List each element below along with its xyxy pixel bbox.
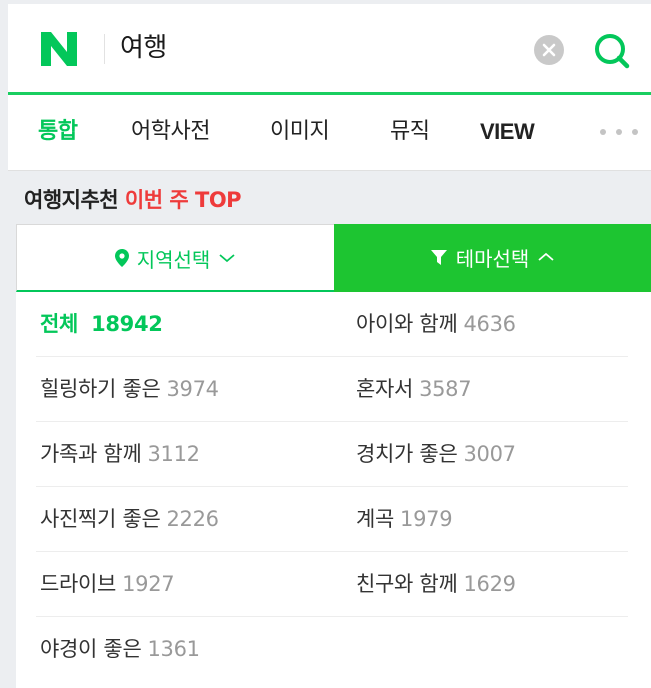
list-row: 가족과 함께 3112 경치가 좋은 3007: [36, 422, 628, 487]
clear-circle-icon[interactable]: [534, 35, 564, 65]
theme-item-valley[interactable]: 계곡 1979: [356, 487, 453, 551]
theme-list: 전체 18942 아이와 함께 4636 힐링하기 좋은 3974 혼자서 3587 …: [16, 292, 651, 688]
region-select-button[interactable]: 지역선택: [16, 224, 334, 292]
list-row: 드라이브 1927 친구와 함께 1629: [36, 552, 628, 617]
filter-icon: [430, 250, 447, 265]
list-row: 힐링하기 좋은 3974 혼자서 3587: [36, 357, 628, 422]
theme-item-with-kids[interactable]: 아이와 함께 4636: [356, 292, 516, 356]
section-title: 여행지추천 이번 주 TOP: [24, 184, 242, 214]
list-row: 야경이 좋은 1361: [36, 617, 628, 682]
chevron-up-icon: [538, 252, 554, 261]
theme-item-photo[interactable]: 사진찍기 좋은 2226: [40, 487, 219, 551]
tab-dictionary[interactable]: 어학사전: [131, 95, 210, 171]
list-row: 사진찍기 좋은 2226 계곡 1979: [36, 487, 628, 552]
tab-integrated[interactable]: 통합: [38, 95, 78, 171]
selector-row: 지역선택 테마선택: [16, 224, 651, 292]
header-divider: [104, 34, 105, 64]
region-select-label: 지역선택: [136, 247, 211, 272]
theme-item-all[interactable]: 전체 18942: [40, 292, 163, 356]
theme-select-button[interactable]: 테마선택: [334, 224, 651, 292]
theme-item-with-family[interactable]: 가족과 함께 3112: [40, 422, 200, 486]
search-icon[interactable]: [591, 30, 633, 72]
search-input[interactable]: 여행: [120, 30, 167, 66]
theme-item-scenic[interactable]: 경치가 좋은 3007: [356, 422, 516, 486]
page: 여행 통합 어학사전 이미지 뮤직 VIEW 여행지추천 이번 주 TOP 지역…: [0, 0, 651, 688]
search-bar: 여행: [8, 4, 651, 92]
theme-select-label: 테마선택: [455, 246, 530, 271]
section-highlight: 이번 주 TOP: [124, 188, 242, 212]
tab-music[interactable]: 뮤직: [390, 95, 430, 171]
theme-item-drive[interactable]: 드라이브 1927: [40, 552, 175, 616]
search-tabs: 통합 어학사전 이미지 뮤직 VIEW: [8, 95, 651, 171]
theme-item-night-view[interactable]: 야경이 좋은 1361: [40, 617, 200, 681]
more-dots-icon[interactable]: [598, 129, 642, 139]
tab-images[interactable]: 이미지: [270, 95, 330, 171]
theme-item-with-friends[interactable]: 친구와 함께 1629: [356, 552, 516, 616]
tab-view[interactable]: VIEW: [480, 95, 535, 171]
list-row: 전체 18942 아이와 함께 4636: [36, 292, 628, 357]
naver-n-logo-icon[interactable]: [38, 30, 80, 68]
theme-item-healing[interactable]: 힐링하기 좋은 3974: [40, 357, 219, 421]
section-title-text: 여행지추천: [24, 188, 119, 212]
chevron-down-icon: [219, 254, 235, 263]
theme-item-alone[interactable]: 혼자서 3587: [356, 357, 472, 421]
location-pin-icon: [114, 249, 129, 267]
